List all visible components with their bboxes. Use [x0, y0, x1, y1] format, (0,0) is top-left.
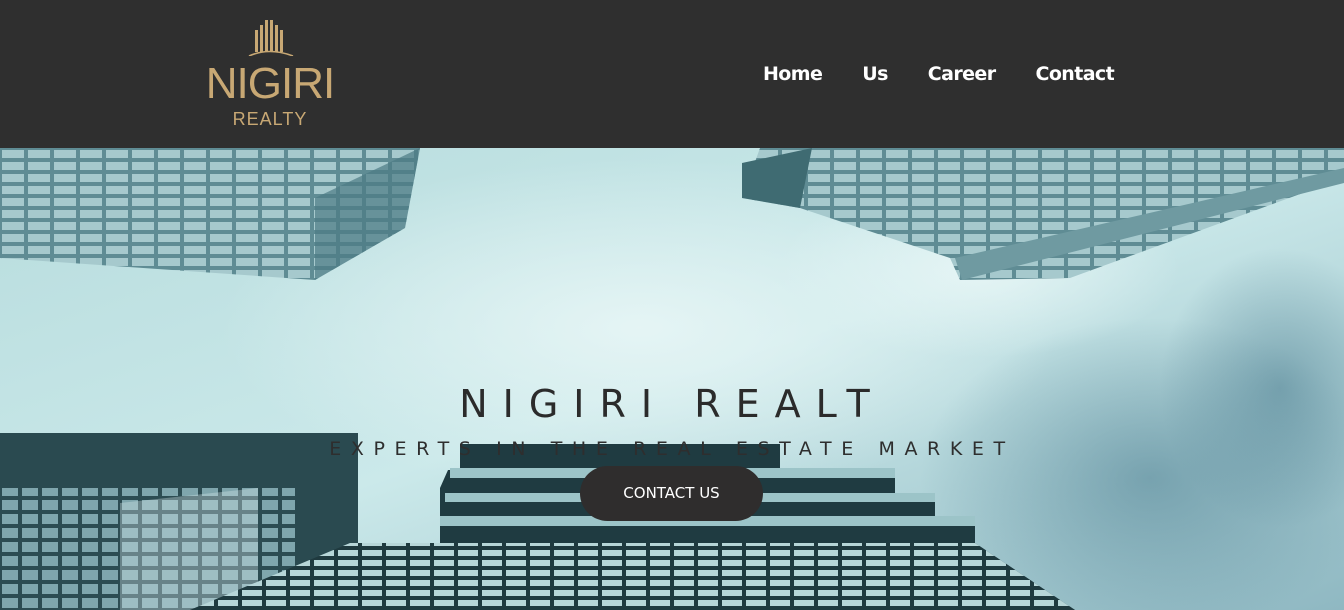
hero-section: NIGIRI REALT EXPERTS IN THE REAL ESTATE … — [0, 148, 1344, 610]
hero-title: NIGIRI REALT — [459, 382, 885, 427]
building-logo-icon — [248, 20, 294, 56]
nav-contact[interactable]: Contact — [1035, 60, 1114, 88]
site-header: NIGIRI REALTY Home Us Career Contact — [0, 0, 1344, 148]
brand-name: NIGIRI — [205, 59, 335, 108]
nav-home[interactable]: Home — [763, 60, 823, 88]
nav-career[interactable]: Career — [928, 60, 996, 88]
main-nav: Home Us Career Contact — [763, 60, 1154, 88]
hero-background-image — [0, 148, 1344, 610]
nav-us[interactable]: Us — [862, 60, 888, 88]
brand-subtitle: REALTY — [232, 109, 308, 129]
hero-subtitle: EXPERTS IN THE REAL ESTATE MARKET — [329, 438, 1015, 460]
contact-us-button[interactable]: CONTACT US — [580, 466, 763, 521]
brand-logo[interactable]: NIGIRI REALTY — [196, 16, 346, 132]
